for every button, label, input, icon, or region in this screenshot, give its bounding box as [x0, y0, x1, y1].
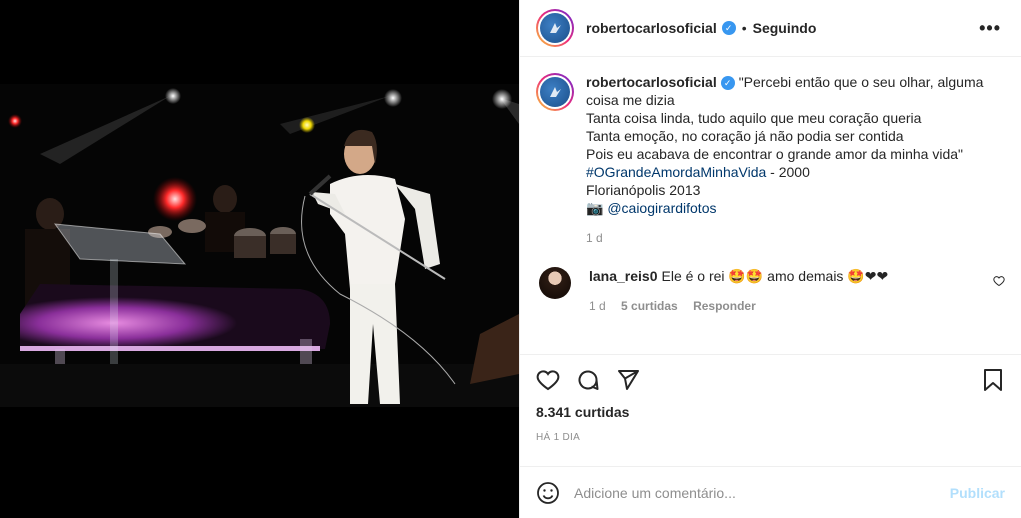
camera-emoji: 📷	[586, 200, 604, 216]
caption-line-1: "Percebi então que o seu olhar, alguma	[738, 74, 984, 90]
comment-item: lana_reis0 Ele é o rei 🤩🤩 amo demais 🤩❤❤ …	[536, 267, 1005, 313]
comment-text: Ele é o rei 🤩🤩 amo demais 🤩❤❤	[661, 268, 889, 284]
likes-count[interactable]: 8.341 curtidas	[520, 404, 1021, 426]
post-caption: robertocarlosoficial ✓ "Percebi então que …	[536, 73, 1005, 245]
post-media[interactable]	[0, 0, 519, 518]
caption-text: robertocarlosoficial ✓ "Percebi então que …	[586, 73, 983, 217]
hashtag-suffix: - 2000	[766, 164, 810, 180]
send-icon[interactable]	[616, 368, 640, 392]
hashtag-link[interactable]: #OGrandeAmordaMinhaVida	[586, 164, 766, 180]
reply-button[interactable]: Responder	[693, 299, 756, 313]
caption-avatar-image-icon	[550, 87, 561, 97]
heart-icon[interactable]	[536, 368, 560, 392]
verified-icon: ✓	[721, 21, 736, 35]
comment-meta: 1 d 5 curtidas Responder	[589, 299, 888, 313]
caption-meta: 1 d	[586, 231, 983, 245]
location-line: Florianópolis 2013	[586, 182, 701, 198]
post-header: robertocarlosoficial ✓ • Seguindo •••	[520, 0, 1021, 57]
publish-button[interactable]: Publicar	[950, 485, 1005, 501]
comments-section: robertocarlosoficial ✓ "Percebi então que …	[520, 57, 1021, 354]
caption-age[interactable]: 1 d	[586, 231, 603, 245]
caption-line-3: Tanta coisa linda, tudo aquilo que meu c…	[586, 110, 922, 126]
comment-icon[interactable]	[576, 368, 600, 392]
separator-dot: •	[741, 20, 747, 36]
commenter-username[interactable]: lana_reis0	[589, 268, 658, 284]
post-timestamp[interactable]: HÁ 1 DIA	[520, 426, 1021, 456]
caption-username[interactable]: robertocarlosoficial	[586, 74, 717, 90]
comment-age[interactable]: 1 d	[589, 299, 606, 313]
post-actions	[520, 354, 1021, 404]
verified-icon: ✓	[720, 76, 735, 91]
post-photo	[0, 84, 519, 407]
commenter-avatar[interactable]	[539, 267, 571, 299]
author-avatar-image-icon	[550, 23, 561, 33]
follow-status-button[interactable]: Seguindo	[753, 20, 817, 36]
photo-credit-link[interactable]: @caiogirardifotos	[607, 200, 716, 216]
more-icon[interactable]: •••	[979, 18, 1001, 39]
comment-like-heart-icon[interactable]	[993, 275, 1005, 287]
bookmark-icon[interactable]	[981, 368, 1005, 392]
author-username[interactable]: robertocarlosoficial	[586, 20, 717, 36]
caption-line-5: Pois eu acabava de encontrar o grande am…	[586, 146, 963, 162]
post-side-panel: robertocarlosoficial ✓ • Seguindo ••• ro…	[519, 0, 1021, 518]
emoji-icon[interactable]	[536, 481, 560, 505]
author-avatar[interactable]	[536, 9, 574, 47]
comment-body: lana_reis0 Ele é o rei 🤩🤩 amo demais 🤩❤❤	[589, 267, 888, 285]
add-comment-bar: Publicar	[520, 466, 1021, 518]
caption-line-2: coisa me dizia	[586, 92, 675, 108]
caption-line-4: Tanta emoção, no coração já não podia se…	[586, 128, 904, 144]
comment-likes[interactable]: 5 curtidas	[621, 299, 678, 313]
comment-input[interactable]	[574, 484, 950, 501]
caption-author-avatar[interactable]	[536, 73, 574, 111]
